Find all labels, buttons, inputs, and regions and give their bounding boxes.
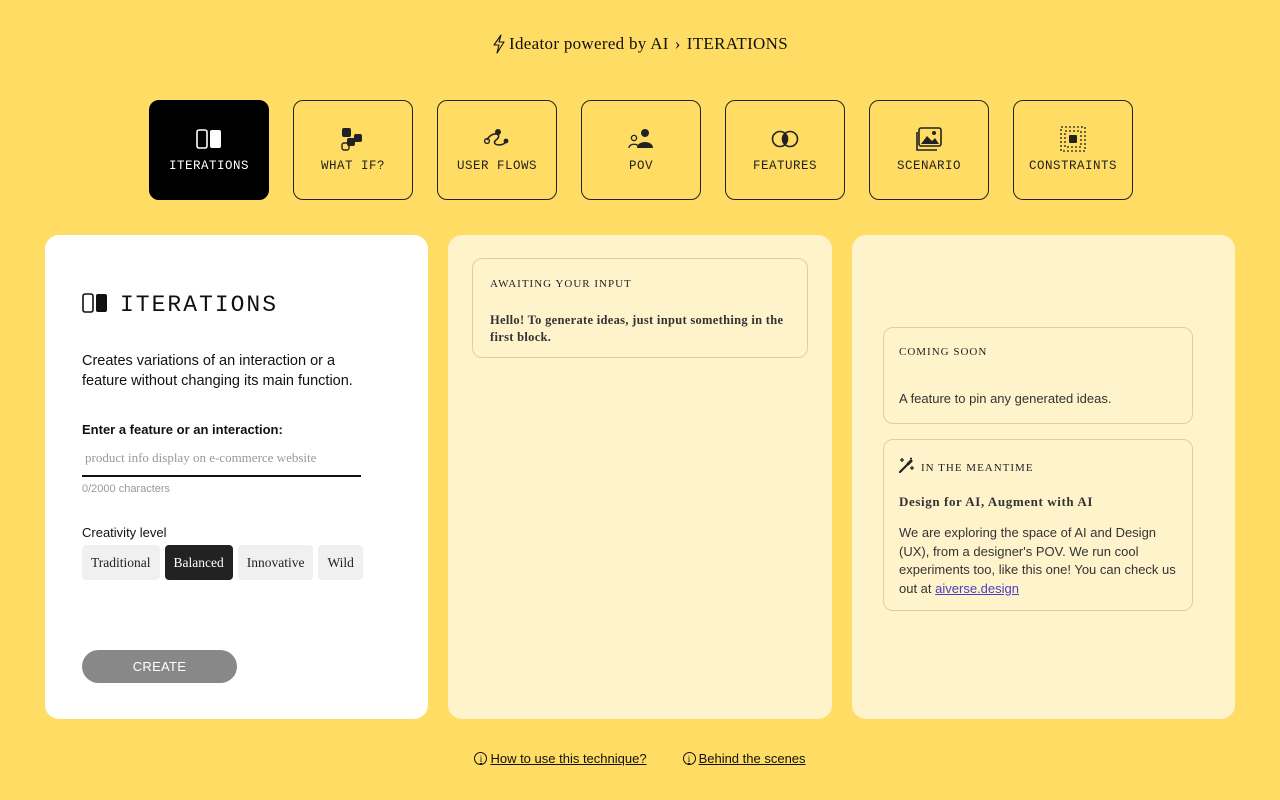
tab-label: CONSTRAINTS: [1028, 159, 1117, 173]
tab-scenario[interactable]: SCENARIO: [869, 100, 989, 200]
create-button[interactable]: CREATE: [82, 650, 237, 683]
magic-wand-icon: [898, 457, 915, 478]
meantime-header: IN THE MEANTIME: [898, 457, 1034, 478]
constraints-icon: [1060, 126, 1086, 152]
tab-label: ITERATIONS: [168, 159, 249, 173]
meantime-title: Design for AI, Augment with AI: [899, 494, 1094, 509]
meantime-eyebrow: IN THE MEANTIME: [921, 461, 1034, 474]
iterations-icon: [82, 292, 108, 318]
page-header: Ideator powered by AI › ITERATIONS: [0, 34, 1280, 54]
tab-label: POV: [628, 159, 653, 173]
tab-pov[interactable]: POV: [581, 100, 701, 200]
tab-constraints[interactable]: CONSTRAINTS: [1013, 100, 1133, 200]
what-if-icon: [341, 127, 365, 151]
level-traditional-button[interactable]: Traditional: [82, 545, 160, 580]
info-icon: i: [682, 752, 696, 765]
tab-label: FEATURES: [752, 159, 817, 173]
user-flows-icon: [484, 127, 510, 151]
behind-the-scenes-label: Behind the scenes: [698, 751, 806, 766]
awaiting-input-card: AWAITING YOUR INPUT Hello! To generate i…: [472, 258, 808, 358]
output-panel: AWAITING YOUR INPUT Hello! To generate i…: [448, 235, 832, 719]
feature-input[interactable]: [82, 447, 361, 477]
creativity-level-selector: Traditional Balanced Innovative Wild: [82, 545, 363, 580]
technique-title-text: ITERATIONS: [120, 292, 279, 318]
coming-soon-eyebrow: COMING SOON: [899, 346, 988, 358]
tab-label: USER FLOWS: [456, 159, 537, 173]
awaiting-eyebrow: AWAITING YOUR INPUT: [490, 278, 632, 290]
creativity-label: Creativity level: [82, 525, 167, 540]
scenario-icon: [916, 127, 942, 151]
info-panel: COMING SOON A feature to pin any generat…: [852, 235, 1235, 719]
awaiting-message: Hello! To generate ideas, just input som…: [490, 313, 784, 344]
app-name[interactable]: Ideator powered by AI: [509, 34, 669, 54]
info-icon: i: [474, 752, 488, 765]
tab-user-flows[interactable]: USER FLOWS: [437, 100, 557, 200]
tab-label: SCENARIO: [896, 159, 961, 173]
features-icon: [771, 127, 799, 151]
char-count: 0/2000 characters: [82, 483, 171, 495]
iterations-icon: [196, 127, 222, 151]
technique-tabs: ITERATIONS WHAT IF? USER FLOWS POV FEATU…: [149, 100, 1133, 200]
technique-title: ITERATIONS: [82, 292, 278, 318]
tab-features[interactable]: FEATURES: [725, 100, 845, 200]
level-balanced-button[interactable]: Balanced: [164, 545, 233, 580]
pov-icon: [628, 127, 654, 151]
level-wild-button[interactable]: Wild: [318, 545, 363, 580]
meantime-card: IN THE MEANTIME Design for AI, Augment w…: [883, 439, 1193, 611]
footer: i How to use this technique? i Behind th…: [0, 751, 1280, 766]
breadcrumb-separator: ›: [674, 34, 681, 53]
input-panel: ITERATIONS Creates variations of an inte…: [45, 235, 428, 719]
tab-what-if[interactable]: WHAT IF?: [293, 100, 413, 200]
how-to-use-link[interactable]: i How to use this technique?: [474, 751, 647, 766]
behind-the-scenes-link[interactable]: i Behind the scenes: [682, 751, 806, 766]
technique-description: Creates variations of an interaction or …: [82, 353, 353, 389]
feature-input-label: Enter a feature or an interaction:: [82, 422, 283, 437]
meantime-body: We are exploring the space of AI and Des…: [899, 524, 1179, 598]
tab-iterations[interactable]: ITERATIONS: [149, 100, 269, 200]
breadcrumb-current: ITERATIONS: [686, 34, 788, 53]
aiverse-link[interactable]: aiverse.design: [935, 581, 1019, 596]
bolt-icon: [492, 34, 506, 54]
level-innovative-button[interactable]: Innovative: [237, 545, 314, 580]
how-to-use-label: How to use this technique?: [490, 751, 647, 766]
tab-label: WHAT IF?: [320, 159, 385, 173]
coming-soon-card: COMING SOON A feature to pin any generat…: [883, 327, 1193, 424]
coming-soon-text: A feature to pin any generated ideas.: [899, 391, 1112, 406]
